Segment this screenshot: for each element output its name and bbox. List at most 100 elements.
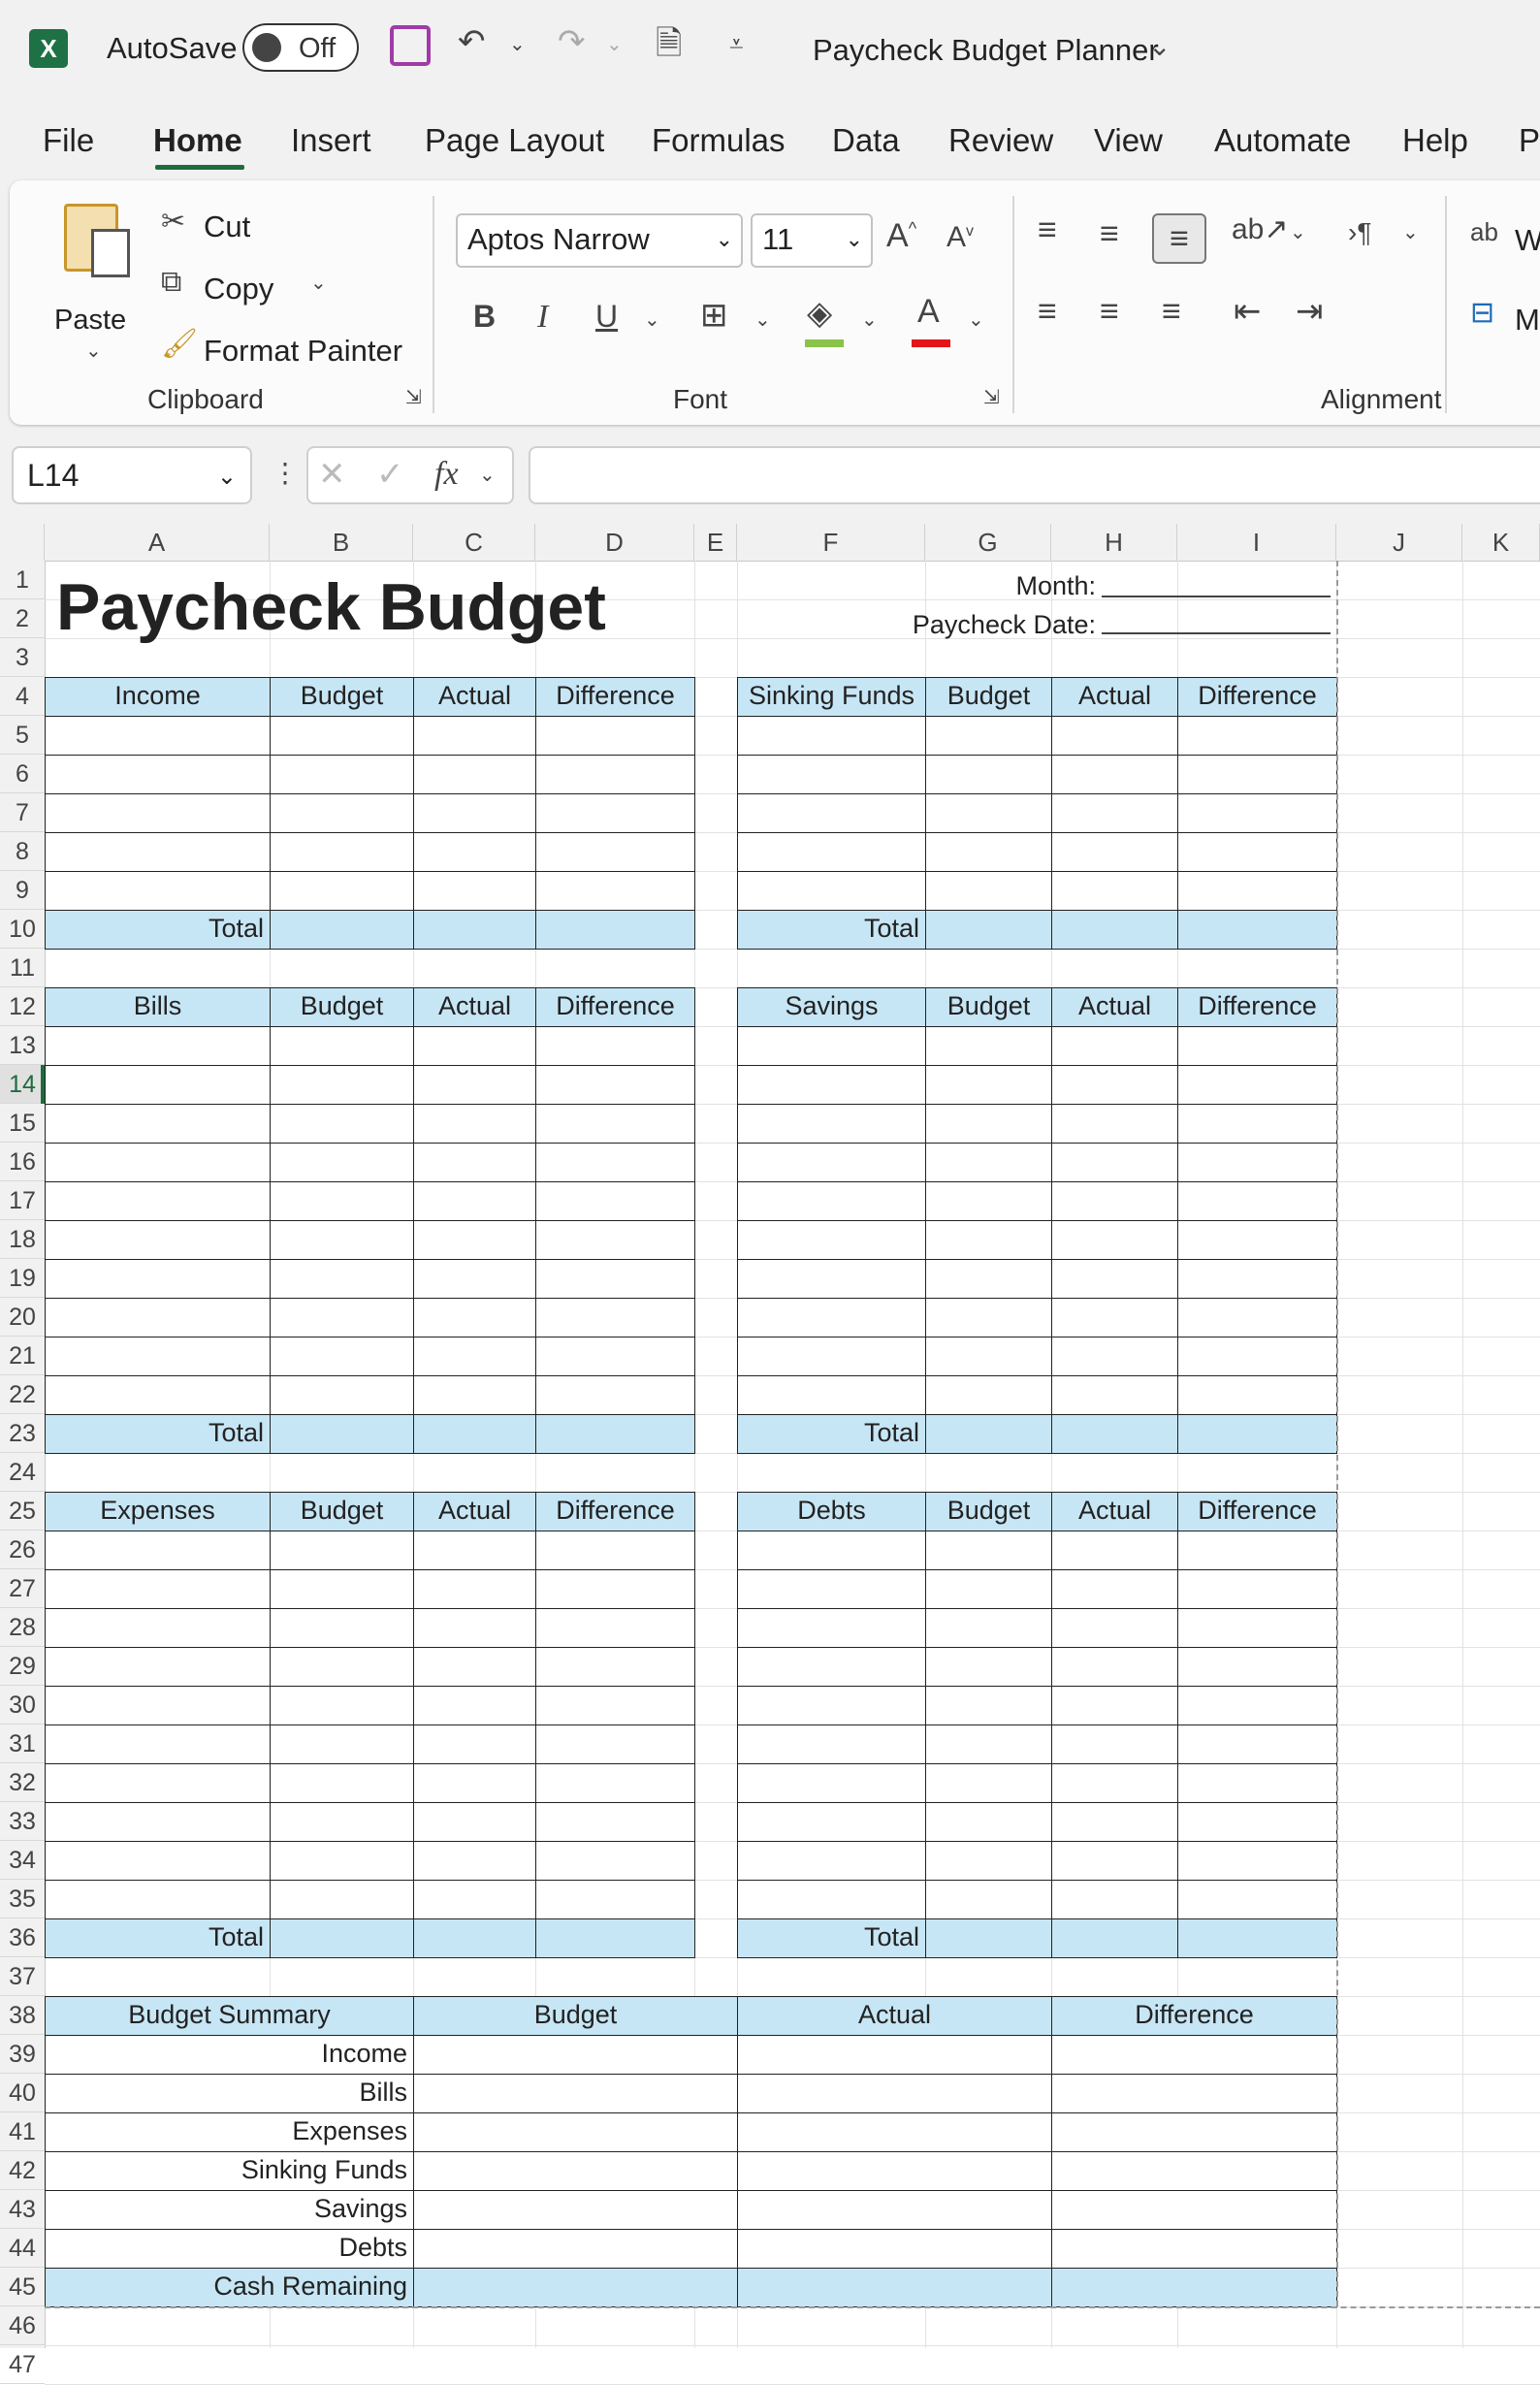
document-title[interactable]: Paycheck Budget Planner [813,33,1159,68]
tab-help[interactable]: Help [1402,122,1468,159]
align-center-icon[interactable]: ≡ [1100,295,1119,328]
row-header-13[interactable]: 13 [0,1026,45,1065]
row-header-30[interactable]: 30 [0,1686,45,1724]
dialog-launcher-icon[interactable]: ⇲ [405,388,422,407]
bold-icon[interactable]: B [473,301,496,332]
customize-toolbar-icon[interactable]: ⩡ [729,31,744,56]
row-header-22[interactable]: 22 [0,1375,45,1414]
row-header-15[interactable]: 15 [0,1104,45,1143]
row-header-47[interactable]: 47 [0,2345,45,2384]
decrease-font-size-icon[interactable]: Av [946,223,974,252]
row-header-36[interactable]: 36 [0,1918,45,1957]
row-header-16[interactable]: 16 [0,1143,45,1181]
row-header-18[interactable]: 18 [0,1220,45,1259]
dialog-launcher-icon[interactable]: ⇲ [983,388,1000,407]
row-header-11[interactable]: 11 [0,949,45,987]
underline-icon[interactable]: U [595,301,618,332]
tab-more[interactable]: P [1519,122,1540,159]
tab-insert[interactable]: Insert [291,122,371,159]
chevron-down-icon[interactable]: ⌄ [1402,223,1419,242]
column-header-f[interactable]: F [737,524,925,561]
row-header-44[interactable]: 44 [0,2229,45,2268]
autosave-toggle[interactable]: Off [242,23,359,72]
tab-view[interactable]: View [1094,122,1163,159]
row-header-25[interactable]: 25 [0,1492,45,1531]
row-header-32[interactable]: 32 [0,1763,45,1802]
row-header-14[interactable]: 14 [0,1065,45,1104]
row-header-46[interactable]: 46 [0,2306,45,2345]
row-header-35[interactable]: 35 [0,1880,45,1918]
font-name-select[interactable]: Aptos Narrow ⌄ [456,213,743,268]
format-painter-button[interactable]: 🖌 Format Painter [155,326,436,369]
row-header-37[interactable]: 37 [0,1957,45,1996]
paste-button[interactable]: Paste ⌄ [48,200,149,361]
chevron-down-icon[interactable]: ⌄ [754,310,771,330]
row-header-3[interactable]: 3 [0,638,45,677]
font-size-select[interactable]: 11 ⌄ [751,213,873,268]
insert-function-icon[interactable]: fx [434,458,459,491]
row-header-5[interactable]: 5 [0,716,45,755]
row-header-38[interactable]: 38 [0,1996,45,2035]
row-header-4[interactable]: 4 [0,677,45,716]
row-header-26[interactable]: 26 [0,1531,45,1569]
orientation-icon[interactable]: ab↗ [1232,215,1289,244]
row-header-19[interactable]: 19 [0,1259,45,1298]
column-header-corner[interactable] [0,524,45,561]
row-header-45[interactable]: 45 [0,2268,45,2306]
column-header-c[interactable]: C [413,524,535,561]
decrease-indent-icon[interactable]: ⇤ [1234,295,1262,328]
wrap-text-button[interactable]: ab W [1470,215,1540,258]
column-header-d[interactable]: D [535,524,694,561]
borders-icon[interactable]: ⊞ [700,299,728,332]
name-box[interactable]: L14 ⌄ [12,446,252,504]
page-setup-icon[interactable]: 🗎 [656,27,682,60]
row-header-24[interactable]: 24 [0,1453,45,1492]
column-header-i[interactable]: I [1177,524,1336,561]
cut-button[interactable]: ✂ Cut [155,204,349,246]
text-direction-icon[interactable]: ›¶ [1348,219,1371,246]
align-left-icon[interactable]: ≡ [1038,295,1057,328]
italic-icon[interactable]: I [537,301,548,334]
row-header-42[interactable]: 42 [0,2151,45,2190]
row-header-7[interactable]: 7 [0,793,45,832]
row-header-21[interactable]: 21 [0,1337,45,1375]
row-header-12[interactable]: 12 [0,987,45,1026]
tab-page-layout[interactable]: Page Layout [425,122,604,159]
row-header-9[interactable]: 9 [0,871,45,910]
align-top-icon[interactable]: ≡ [1038,213,1057,246]
row-header-27[interactable]: 27 [0,1569,45,1608]
row-header-17[interactable]: 17 [0,1181,45,1220]
chevron-down-icon[interactable]: ⌄ [968,310,984,330]
increase-indent-icon[interactable]: ⇥ [1296,295,1324,328]
chevron-down-icon[interactable]: ⌄ [509,35,526,54]
tab-data[interactable]: Data [832,122,900,159]
merge-center-button[interactable]: ⊟ M [1470,295,1540,338]
chevron-down-icon[interactable]: ⌄ [1148,33,1171,60]
chevron-down-icon[interactable]: ⌄ [861,310,878,330]
column-header-k[interactable]: K [1462,524,1540,561]
row-header-23[interactable]: 23 [0,1414,45,1453]
chevron-down-icon[interactable]: ⌄ [644,310,660,330]
chevron-down-icon[interactable]: ⌄ [1290,223,1306,242]
row-header-20[interactable]: 20 [0,1298,45,1337]
tab-automate[interactable]: Automate [1214,122,1351,159]
tab-file[interactable]: File [43,122,94,159]
row-header-33[interactable]: 33 [0,1802,45,1841]
row-header-34[interactable]: 34 [0,1841,45,1880]
row-header-28[interactable]: 28 [0,1608,45,1647]
row-header-39[interactable]: 39 [0,2035,45,2074]
column-header-h[interactable]: H [1051,524,1177,561]
tab-review[interactable]: Review [948,122,1053,159]
row-header-1[interactable]: 1 [0,561,45,599]
align-bottom-icon[interactable]: ≡ [1152,213,1206,264]
row-header-31[interactable]: 31 [0,1724,45,1763]
row-header-6[interactable]: 6 [0,755,45,793]
row-header-29[interactable]: 29 [0,1647,45,1686]
worksheet-grid[interactable] [45,561,1540,2385]
copy-button[interactable]: ⧉ Copy ⌄ [155,266,349,308]
increase-font-size-icon[interactable]: A^ [886,219,916,252]
tab-home[interactable]: Home [153,122,242,159]
align-middle-icon[interactable]: ≡ [1100,217,1119,250]
row-header-2[interactable]: 2 [0,599,45,638]
row-header-10[interactable]: 10 [0,910,45,949]
